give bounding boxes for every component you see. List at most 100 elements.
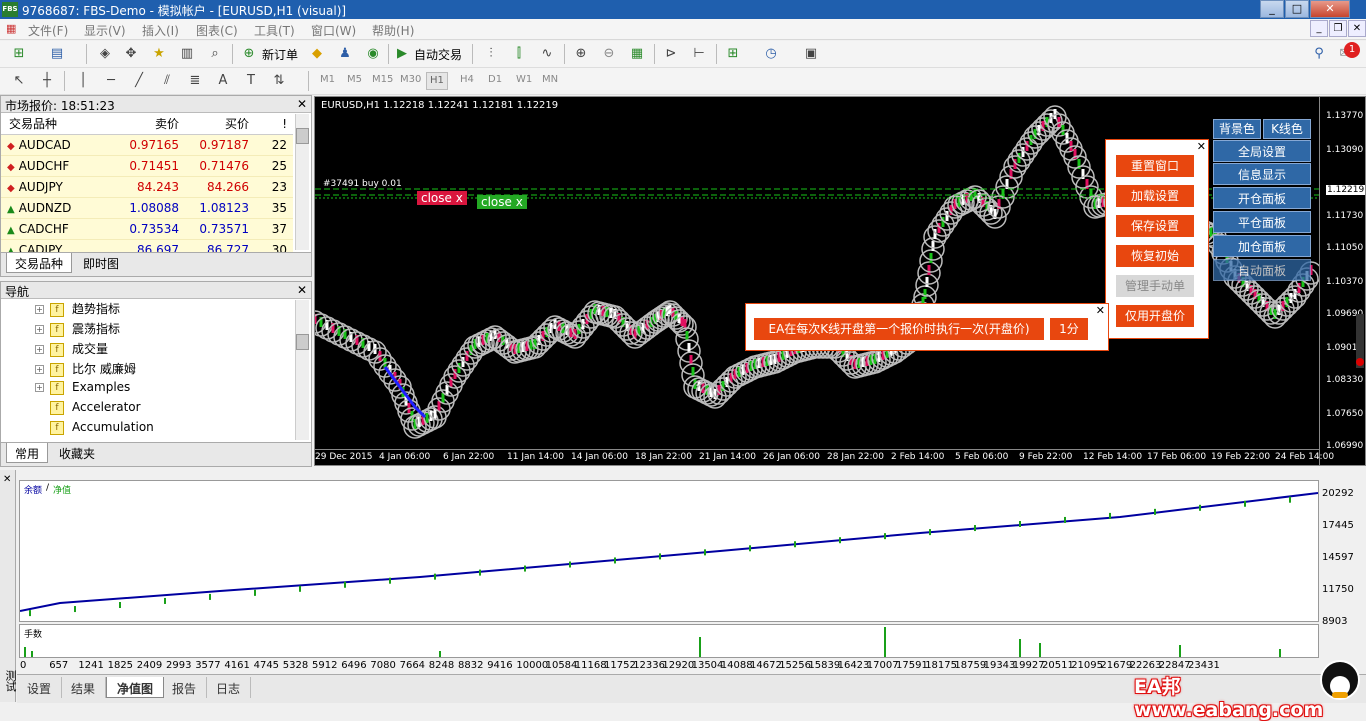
chart-vertical-slider[interactable] [1356,314,1364,368]
add-position-panel-button[interactable]: 加仓面板 [1213,235,1311,257]
tab-tick-chart[interactable]: 即时图 [75,253,127,273]
profiles-icon[interactable]: ▤ [48,45,66,63]
channel-icon[interactable]: ⫽ [158,72,176,90]
menu-insert[interactable]: 插入(I) [142,22,179,39]
column-header-ask[interactable]: 买价 [185,114,255,135]
nav-item-accelerator[interactable]: f Accelerator [50,400,141,420]
terminal-icon[interactable]: ▥ [178,45,196,63]
nav-item-examples[interactable]: + f Examples [35,380,130,400]
expand-icon[interactable]: + [35,383,44,392]
bar-chart-icon[interactable]: ⫶ [482,45,500,63]
open-price-only-button[interactable]: 仅用开盘价 [1116,305,1194,327]
indicators-icon[interactable]: ⊞ [724,45,742,63]
fibonacci-icon[interactable]: ≣ [186,72,204,90]
global-settings-button[interactable]: 全局设置 [1213,140,1311,162]
nav-item-accumulation[interactable]: f Accumulation [50,420,154,440]
zoom-in-icon[interactable]: ⊕ [572,45,590,63]
navigator-scrollbar[interactable] [295,300,309,440]
mdi-restore-button[interactable]: ❐ [1329,20,1347,37]
column-header-bid[interactable]: 卖价 [113,114,185,135]
menu-help[interactable]: 帮助(H) [372,22,414,39]
vps-icon[interactable]: ◉ [364,45,382,63]
menu-view[interactable]: 显示(V) [84,22,126,39]
new-order-button[interactable]: 新订单 [262,46,298,63]
close-panel-button[interactable]: 平仓面板 [1213,211,1311,233]
market-watch-scrollbar[interactable] [295,114,309,250]
timeframe-d1[interactable]: D1 [488,74,502,85]
crosshair-icon[interactable]: ┼ [38,72,56,90]
auto-panel-button[interactable]: 自动面板 [1213,259,1311,281]
menu-charts[interactable]: 图表(C) [196,22,238,39]
reset-window-button[interactable]: 重置窗口 [1116,155,1194,177]
price-chart[interactable]: EURUSD,H1 1.12218 1.12241 1.12181 1.1221… [314,96,1366,466]
text-label-icon[interactable]: T [242,72,260,90]
candle-color-button[interactable]: K线色 [1263,119,1311,139]
nav-item-trend[interactable]: + f 趋势指标 [35,300,120,320]
timeframe-button[interactable]: 1分 [1050,318,1088,340]
close-icon[interactable]: ✕ [1197,140,1206,153]
navigator-icon[interactable]: ★ [150,45,168,63]
table-row[interactable]: ▲ AUDNZD 1.08088 1.08123 35 [1,197,293,219]
expand-icon[interactable]: + [35,325,44,334]
timeframe-m5[interactable]: M5 [347,74,362,85]
vertical-line-icon[interactable]: │ [74,72,92,90]
tab-equity-graph[interactable]: 净值图 [106,677,165,698]
open-panel-button[interactable]: 开仓面板 [1213,187,1311,209]
timeframe-mn[interactable]: MN [542,74,558,85]
minimize-button[interactable]: _ [1260,0,1284,18]
load-settings-button[interactable]: 加载设置 [1116,185,1194,207]
signals-icon[interactable]: ♟ [336,45,354,63]
manage-manual-orders-button[interactable]: 管理手动单 [1116,275,1194,297]
table-row[interactable]: ◆ AUDJPY 84.243 84.266 23 [1,176,293,198]
close-icon[interactable]: ✕ [297,283,307,297]
strategy-tester-icon[interactable]: ⌕ [206,45,224,63]
table-row[interactable]: ▲ CADCHF 0.73534 0.73571 37 [1,218,293,240]
timeframe-h1[interactable]: H1 [426,72,448,90]
tab-favorites[interactable]: 收藏夹 [51,443,103,463]
close-order-button-red[interactable]: close x [417,191,467,205]
tab-symbols[interactable]: 交易品种 [6,253,73,273]
close-icon[interactable]: ✕ [1096,304,1105,317]
mdi-close-button[interactable]: ✕ [1348,20,1366,37]
close-icon[interactable]: ✕ [297,97,307,111]
timeframe-m1[interactable]: M1 [320,74,335,85]
tile-windows-icon[interactable]: ▦ [628,45,646,63]
info-display-button[interactable]: 信息显示 [1213,163,1311,185]
close-icon[interactable]: ✕ [3,474,11,485]
auto-scroll-icon[interactable]: ⊳ [662,45,680,63]
timeframe-m30[interactable]: M30 [400,74,421,85]
maximize-button[interactable]: □ [1285,0,1309,18]
search-icon[interactable]: ⚲ [1310,45,1328,63]
tab-results[interactable]: 结果 [61,677,107,698]
zoom-out-icon[interactable]: ⊖ [600,45,618,63]
menu-tools[interactable]: 工具(T) [254,22,295,39]
mdi-minimize-button[interactable]: _ [1310,20,1328,37]
save-settings-button[interactable]: 保存设置 [1116,215,1194,237]
new-order-icon[interactable]: ⊕ [240,45,258,63]
timeframe-h4[interactable]: H4 [460,74,474,85]
close-window-button[interactable]: ✕ [1310,0,1350,18]
tab-settings[interactable]: 设置 [17,677,63,698]
execution-mode-info[interactable]: EA在每次K线开盘第一个报价时执行一次(开盘价) [754,318,1044,340]
tab-common[interactable]: 常用 [6,443,49,463]
close-order-button-green[interactable]: close x [477,195,527,209]
auto-trade-icon[interactable]: ▶ [393,45,411,63]
expand-icon[interactable]: + [35,345,44,354]
periods-icon[interactable]: ◷ [762,45,780,63]
menu-file[interactable]: 文件(F) [28,22,68,39]
column-header-symbol[interactable]: 交易品种 [1,114,113,135]
data-window-icon[interactable]: ✥ [122,45,140,63]
horizontal-line-icon[interactable]: ─ [102,72,120,90]
line-chart-icon[interactable]: ∿ [538,45,556,63]
text-icon[interactable]: A [214,72,232,90]
templates-icon[interactable]: ▣ [802,45,820,63]
nav-item-volumes[interactable]: + f 成交量 [35,340,108,360]
timeframe-w1[interactable]: W1 [516,74,532,85]
menu-window[interactable]: 窗口(W) [311,22,356,39]
tab-journal[interactable]: 日志 [206,677,252,698]
metaeditor-icon[interactable]: ◆ [308,45,326,63]
market-watch-icon[interactable]: ◈ [96,45,114,63]
background-color-button[interactable]: 背景色 [1213,119,1261,139]
restore-defaults-button[interactable]: 恢复初始 [1116,245,1194,267]
nav-item-oscillators[interactable]: + f 震荡指标 [35,320,120,340]
